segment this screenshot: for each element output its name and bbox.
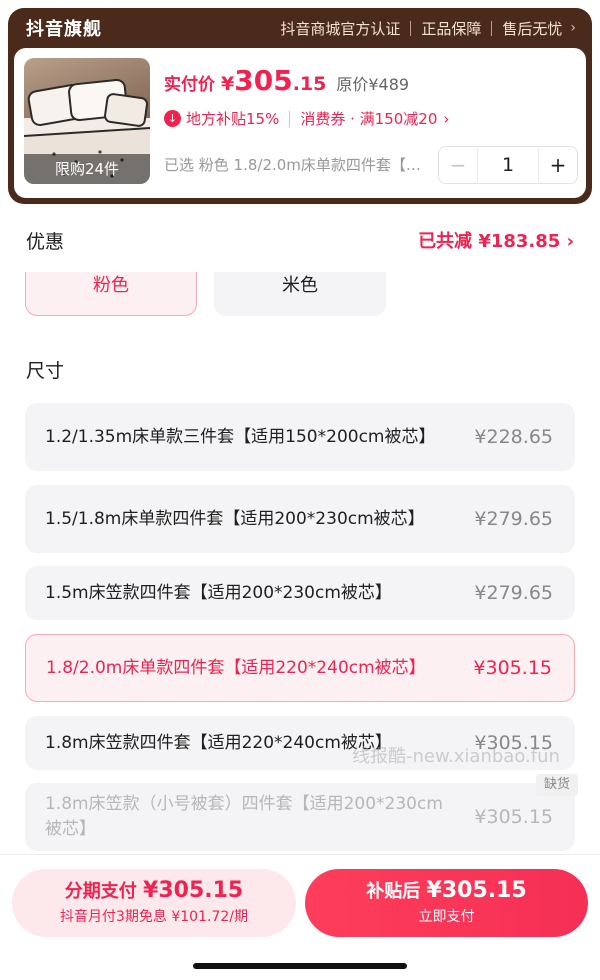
out-of-stock-badge: 缺货 xyxy=(536,774,578,796)
bottom-action-bar: 分期支付 ¥305.15 抖音月付3期免息 ¥101.72/期 补贴后 ¥305… xyxy=(0,854,600,980)
installment-subtext: 抖音月付3期免息 ¥101.72/期 xyxy=(60,909,248,925)
badge-aftersale: 售后无忧 xyxy=(502,19,563,38)
quantity-stepper: − 1 + xyxy=(438,146,578,184)
subsidy-down-icon: ↓ xyxy=(164,110,181,127)
plus-icon[interactable]: + xyxy=(539,153,577,177)
product-panel: 限购24件 实付价 ¥ 305 .15 原价¥489 ↓ 地方补贴15% 消费券… xyxy=(14,48,586,198)
product-image[interactable]: 限购24件 xyxy=(24,58,150,184)
size-option-price: ¥305.15 xyxy=(473,657,552,679)
size-option-label: 1.8m床笠款（小号被套）四件套【适用200*230cm被芯】 xyxy=(45,794,443,839)
size-section-title: 尺寸 xyxy=(26,360,65,382)
installment-title: 分期支付 ¥305.15 xyxy=(12,877,296,903)
size-option-label: 1.2/1.35m床单款三件套【适用150*200cm被芯】 xyxy=(45,426,436,447)
paid-price-currency: ¥ xyxy=(221,73,235,95)
minus-icon[interactable]: − xyxy=(439,153,477,177)
chevron-right-icon[interactable]: › xyxy=(443,110,449,128)
size-option-disabled: 1.8m床笠款（小号被套）四件套【适用200*230cm被芯】 ¥305.15 xyxy=(25,783,575,851)
store-header[interactable]: 抖音旗舰 抖音商城官方认证 正品保障 售后无忧 › xyxy=(14,8,586,48)
pay-amount: ¥305.15 xyxy=(426,878,527,903)
size-option-label: 1.5m床笠款四件套【适用200*230cm被芯】 xyxy=(45,582,392,603)
badge-official: 抖音商城官方认证 xyxy=(280,19,401,38)
store-badges: 抖音商城官方认证 正品保障 售后无忧 › xyxy=(280,18,576,39)
size-option[interactable]: 1.5/1.8m床单款四件套【适用200*230cm被芯】 ¥279.65 xyxy=(25,485,575,553)
installment-pay-button[interactable]: 分期支付 ¥305.15 抖音月付3期免息 ¥101.72/期 xyxy=(12,869,296,937)
size-option[interactable]: 1.2/1.35m床单款三件套【适用150*200cm被芯】 ¥228.65 xyxy=(25,403,575,471)
paid-price-integer: 305 xyxy=(234,64,293,97)
badge-divider xyxy=(410,20,412,36)
discount-total[interactable]: 已共减 ¥183.85 › xyxy=(418,227,574,253)
color-option-beige[interactable]: 米色 xyxy=(214,272,386,316)
pay-title: 补贴后 ¥305.15 xyxy=(305,877,588,903)
size-option-price: ¥305.15 xyxy=(474,806,553,828)
chevron-right-icon[interactable]: › xyxy=(570,20,576,36)
selected-spec-text: 已选 粉色 1.8/2.0m床单款四件套【适用220*240cm被芯】 xyxy=(164,156,424,174)
coupon-text: 消费券 · 满150减20 xyxy=(300,110,438,128)
promo-row[interactable]: ↓ 地方补贴15% 消费券 · 满150减20 › xyxy=(164,108,449,129)
pay-label: 补贴后 xyxy=(366,881,421,902)
size-option-label: 1.5/1.8m床单款四件套【适用200*230cm被芯】 xyxy=(45,508,425,529)
pay-subtext: 立即支付 xyxy=(418,909,475,925)
subsidy-text: 地方补贴15% xyxy=(186,110,280,128)
price-row: 实付价 ¥ 305 .15 原价¥489 xyxy=(164,64,409,97)
pay-now-button[interactable]: 补贴后 ¥305.15 立即支付 xyxy=(305,869,588,937)
original-price: 原价¥489 xyxy=(336,75,410,94)
promo-divider xyxy=(289,110,291,127)
size-option-price: ¥228.65 xyxy=(474,426,553,448)
home-indicator[interactable] xyxy=(193,963,407,969)
badge-divider xyxy=(491,20,493,36)
discount-row[interactable]: 优惠 已共减 ¥183.85 › xyxy=(0,210,600,270)
size-option-label: 1.8/2.0m床单款四件套【适用220*240cm被芯】 xyxy=(46,657,426,678)
quantity-value[interactable]: 1 xyxy=(477,146,539,184)
size-option[interactable]: 1.5m床笠款四件套【适用200*230cm被芯】 ¥279.65 xyxy=(25,566,575,620)
discount-title: 优惠 xyxy=(26,230,65,253)
size-option-price: ¥279.65 xyxy=(474,508,553,530)
paid-price-decimal: .15 xyxy=(292,73,327,95)
store-name: 抖音旗舰 xyxy=(26,19,102,40)
installment-amount: ¥305.15 xyxy=(143,878,244,903)
size-option-selected[interactable]: 1.8/2.0m床单款四件套【适用220*240cm被芯】 ¥305.15 xyxy=(25,634,575,702)
installment-label: 分期支付 xyxy=(64,881,137,902)
badge-genuine: 正品保障 xyxy=(421,19,482,38)
store-card: 抖音旗舰 抖音商城官方认证 正品保障 售后无忧 › 限购24件 实付价 ¥ 30… xyxy=(8,8,592,204)
size-option-price: ¥279.65 xyxy=(474,582,553,604)
watermark-text: 线报酷-new.xianbao.fun xyxy=(352,746,560,767)
color-option-pink[interactable]: 粉色 xyxy=(25,272,197,316)
purchase-limit-tag: 限购24件 xyxy=(24,154,150,184)
paid-price-label: 实付价 xyxy=(164,75,215,95)
